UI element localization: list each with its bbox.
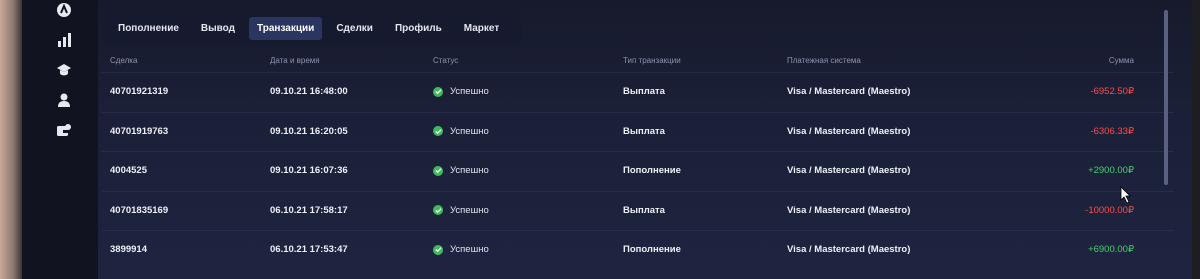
status: Успешно — [433, 205, 489, 216]
transaction-type: Пополнение — [623, 165, 681, 176]
check-icon — [433, 126, 443, 136]
status-text: Успешно — [450, 86, 489, 97]
deal-id: 4004525 — [110, 165, 147, 176]
payment-system: Visa / Mastercard (Maestro) — [787, 244, 911, 255]
tab-deals[interactable]: Сделки — [328, 17, 381, 40]
tab-market[interactable]: Маркет — [456, 17, 507, 40]
transaction-type: Пополнение — [623, 244, 681, 255]
table-row[interactable]: 40701921319 09.10.21 16:48:00 Успешно Вы… — [102, 72, 1174, 112]
wallet-icon[interactable] — [56, 122, 72, 138]
amount: +2900.00₽ — [1088, 165, 1134, 176]
transactions-table: Сделка Дата и время Статус Тип транзакци… — [102, 48, 1174, 279]
tab-withdraw[interactable]: Вывод — [193, 17, 243, 40]
sidebar — [22, 0, 98, 279]
scrollbar[interactable] — [1164, 10, 1168, 185]
status: Успешно — [433, 165, 489, 176]
deal-id: 40701835169 — [110, 204, 169, 216]
tab-bar: Пополнение Вывод Транзакции Сделки Профи… — [102, 12, 522, 44]
transaction-type: Выплата — [623, 86, 665, 97]
check-icon — [433, 244, 443, 255]
check-icon — [433, 165, 443, 176]
status: Успешно — [433, 126, 489, 137]
header-datetime: Дата и время — [270, 56, 320, 65]
tab-profile[interactable]: Профиль — [387, 17, 450, 40]
status-text: Успешно — [450, 244, 489, 255]
tab-deposit[interactable]: Пополнение — [110, 17, 187, 40]
amount: -6952.50₽ — [1090, 86, 1134, 97]
table-header: Сделка Дата и время Статус Тип транзакци… — [102, 48, 1174, 72]
logo-icon[interactable] — [56, 2, 72, 18]
payment-system: Visa / Mastercard (Maestro) — [787, 165, 911, 176]
header-status: Статус — [433, 56, 459, 65]
status-text: Успешно — [450, 204, 489, 216]
header-amount: Сумма — [1108, 56, 1134, 65]
datetime: 06.10.21 17:58:17 — [270, 204, 348, 216]
header-payment: Платежная система — [787, 56, 861, 65]
deal-id: 40701919763 — [110, 125, 169, 137]
payment-system: Visa / Mastercard (Maestro) — [787, 86, 911, 97]
screen: Пополнение Вывод Транзакции Сделки Профи… — [22, 0, 1192, 279]
datetime: 09.10.21 16:07:36 — [270, 165, 348, 176]
monitor-bezel-left — [0, 0, 22, 279]
status-text: Успешно — [450, 125, 489, 137]
status: Успешно — [433, 244, 489, 255]
check-icon — [433, 205, 443, 215]
amount: -6306.33₽ — [1090, 125, 1134, 137]
status-text: Успешно — [450, 165, 489, 176]
status: Успешно — [433, 86, 489, 97]
transaction-type: Выплата — [623, 125, 665, 137]
user-icon[interactable] — [56, 92, 72, 108]
amount: +6900.00₽ — [1088, 244, 1134, 255]
table-row[interactable]: 40701919763 09.10.21 16:20:05 Успешно Вы… — [102, 111, 1174, 152]
table-row[interactable]: 4004525 09.10.21 16:07:36 Успешно Пополн… — [102, 151, 1174, 191]
check-icon — [433, 86, 443, 97]
chart-icon[interactable] — [56, 32, 72, 48]
mouse-cursor-icon — [1120, 186, 1132, 209]
table-row[interactable]: 40701835169 06.10.21 17:58:17 Успешно Вы… — [102, 190, 1174, 231]
table-row[interactable]: 3899914 06.10.21 17:53:47 Успешно Пополн… — [102, 230, 1174, 270]
tab-transactions[interactable]: Транзакции — [249, 16, 323, 40]
datetime: 09.10.21 16:48:00 — [270, 86, 348, 97]
deal-id: 40701921319 — [110, 86, 169, 97]
monitor-bezel-right — [1192, 0, 1200, 279]
deal-id: 3899914 — [110, 244, 147, 255]
header-deal: Сделка — [110, 56, 138, 65]
datetime: 09.10.21 16:20:05 — [270, 125, 348, 137]
datetime: 06.10.21 17:53:47 — [270, 244, 348, 255]
transaction-type: Выплата — [623, 204, 665, 216]
payment-system: Visa / Mastercard (Maestro) — [787, 204, 911, 216]
graduation-cap-icon[interactable] — [56, 62, 72, 78]
payment-system: Visa / Mastercard (Maestro) — [787, 125, 911, 137]
main-content: Пополнение Вывод Транзакции Сделки Профи… — [102, 0, 1174, 279]
header-type: Тип транзакции — [623, 56, 681, 65]
